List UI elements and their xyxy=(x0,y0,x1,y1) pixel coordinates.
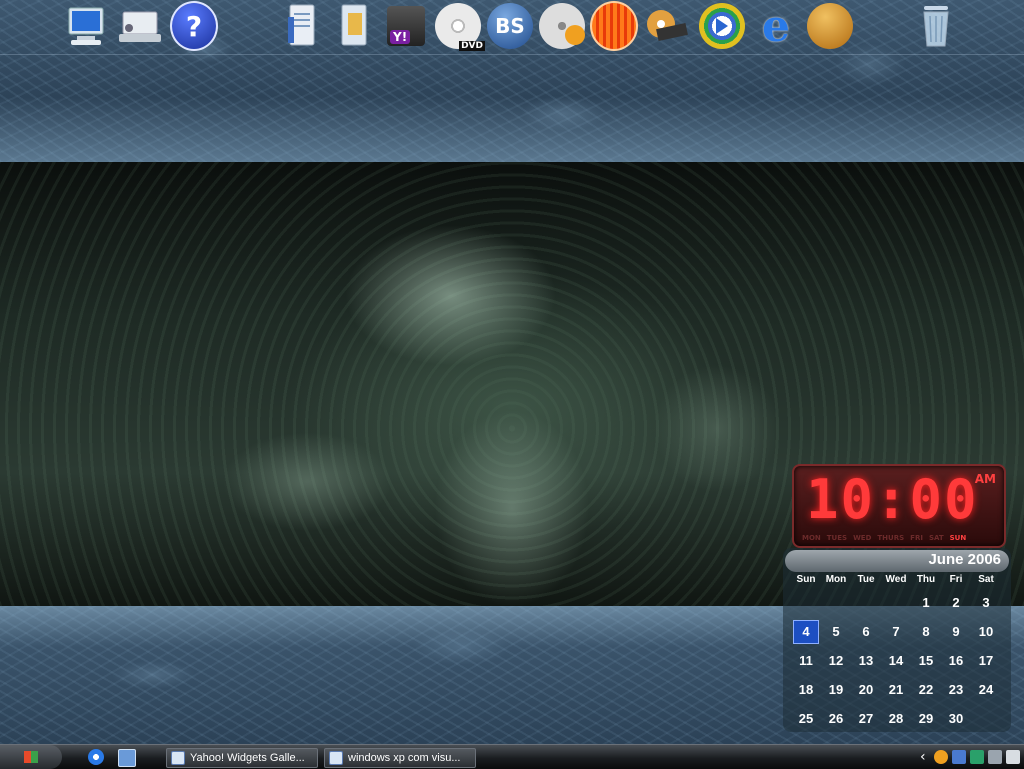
dvd-label: DVD xyxy=(459,41,485,51)
calendar-day[interactable]: 15 xyxy=(911,646,941,675)
calendar-week-row: 4 5 6 7 8 9 10 xyxy=(791,617,1007,646)
weekday-label: Fri xyxy=(949,574,963,585)
internet-explorer-icon[interactable]: e xyxy=(752,1,800,52)
calendar-day[interactable]: 23 xyxy=(941,675,971,704)
start-button[interactable] xyxy=(0,745,62,769)
documents-icon[interactable] xyxy=(278,2,326,50)
calendar-day[interactable]: 1 xyxy=(911,588,941,617)
taskbar-button-windows-xp[interactable]: windows xp com visu... xyxy=(324,748,476,768)
system-tray: ‹ xyxy=(920,745,1024,769)
folder-icon[interactable] xyxy=(330,2,378,50)
calendar-day[interactable]: 3 xyxy=(971,588,1001,617)
calendar-week-row: 1 2 3 xyxy=(791,588,1007,617)
calendar-day[interactable]: 7 xyxy=(881,617,911,646)
weekday-label: Sun xyxy=(796,574,816,585)
yahoo-logo-text: Y! xyxy=(390,30,411,44)
calendar-day[interactable]: 24 xyxy=(971,675,1001,704)
calendar-title: June 2006 xyxy=(928,551,1001,568)
media-player-cd-icon[interactable] xyxy=(538,2,586,50)
clock-day: SAT xyxy=(928,534,944,542)
clock-day: THURS xyxy=(877,534,905,542)
movie-maker-icon[interactable] xyxy=(642,2,690,50)
clock-ampm: AM xyxy=(974,472,996,486)
yahoo-widgets-icon[interactable]: Y! xyxy=(382,2,430,50)
calendar-day[interactable]: 27 xyxy=(851,704,881,733)
windows-logo-icon xyxy=(24,751,38,763)
calendar-grid: Sun Mon Tue Wed Thu Fri Sat 1 2 3 4 5 6 … xyxy=(791,572,1007,733)
taskbar-button-label: windows xp com visu... xyxy=(348,752,461,764)
calendar-day[interactable]: 21 xyxy=(881,675,911,704)
calendar-day xyxy=(791,588,821,617)
quick-launch-ie-icon[interactable] xyxy=(88,749,104,765)
calendar-day[interactable]: 9 xyxy=(941,617,971,646)
calendar-week-row: 25 26 27 28 29 30 xyxy=(791,704,1007,733)
calendar-day[interactable]: 12 xyxy=(821,646,851,675)
bsplayer-icon[interactable]: BS xyxy=(486,2,534,50)
tray-display-icon[interactable] xyxy=(988,750,1002,764)
calendar-day[interactable]: 29 xyxy=(911,704,941,733)
calendar-day xyxy=(971,704,1001,733)
today-marker: 4 xyxy=(793,620,819,644)
dvd-player-icon[interactable]: DVD xyxy=(434,2,485,51)
calendar-day[interactable]: 26 xyxy=(821,704,851,733)
recycle-bin-icon[interactable] xyxy=(912,2,960,50)
clock-time: 10:00 xyxy=(806,468,979,531)
calendar-day[interactable]: 11 xyxy=(791,646,821,675)
tray-yahoo-widgets-icon[interactable] xyxy=(934,750,948,764)
calendar-day xyxy=(851,588,881,617)
calendar-day[interactable]: 2 xyxy=(941,588,971,617)
weekday-label: Wed xyxy=(885,574,907,585)
ie-page-icon xyxy=(171,751,185,765)
clock-day: WED xyxy=(853,534,872,542)
clock-day: TUES xyxy=(826,534,848,542)
weekday-label: Thu xyxy=(916,574,936,585)
calendar-day xyxy=(821,588,851,617)
clock-day: MON xyxy=(802,534,821,542)
weekday-label: Tue xyxy=(857,574,875,585)
calendar-week-row: 11 12 13 14 15 16 17 xyxy=(791,646,1007,675)
clock-days: MON TUES WED THURS FRI SAT SUN xyxy=(802,534,966,542)
calendar-day-today[interactable]: 4 xyxy=(791,617,821,646)
calendar-day[interactable]: 20 xyxy=(851,675,881,704)
tray-network-icon[interactable] xyxy=(952,750,966,764)
calendar-day xyxy=(881,588,911,617)
ie-page-icon xyxy=(329,751,343,765)
calendar-day[interactable]: 18 xyxy=(791,675,821,704)
calendar-weekday-row: Sun Mon Tue Wed Thu Fri Sat xyxy=(791,572,1007,588)
taskbar-button-label: Yahoo! Widgets Galle... xyxy=(190,752,305,764)
network-icon[interactable] xyxy=(116,2,164,50)
clock-day-active: SUN xyxy=(949,534,967,542)
calendar-day[interactable]: 16 xyxy=(941,646,971,675)
calendar-day[interactable]: 5 xyxy=(821,617,851,646)
clock-day: FRI xyxy=(910,534,923,542)
calendar-day[interactable]: 19 xyxy=(821,675,851,704)
calendar-day[interactable]: 17 xyxy=(971,646,1001,675)
calendar-widget[interactable]: June 2006 Sun Mon Tue Wed Thu Fri Sat 1 … xyxy=(783,548,1011,732)
calendar-week-row: 18 19 20 21 22 23 24 xyxy=(791,675,1007,704)
tray-expand-chevron-icon[interactable]: ‹ xyxy=(920,750,930,764)
digital-clock-widget[interactable]: 10:00 AM MON TUES WED THURS FRI SAT SUN xyxy=(792,464,1006,548)
windows-media-player-icon[interactable] xyxy=(698,2,746,50)
weekday-label: Sat xyxy=(978,574,994,585)
calendar-day[interactable]: 22 xyxy=(911,675,941,704)
tray-security-icon[interactable] xyxy=(970,750,984,764)
calendar-day[interactable]: 30 xyxy=(941,704,971,733)
calendar-day[interactable]: 6 xyxy=(851,617,881,646)
calendar-day[interactable]: 10 xyxy=(971,617,1001,646)
my-computer-icon[interactable] xyxy=(62,2,110,50)
calendar-day[interactable]: 8 xyxy=(911,617,941,646)
calendar-day[interactable]: 14 xyxy=(881,646,911,675)
tray-safely-remove-icon[interactable] xyxy=(1006,750,1020,764)
taskbar: Yahoo! Widgets Galle... windows xp com v… xyxy=(0,744,1024,769)
calendar-day[interactable]: 28 xyxy=(881,704,911,733)
calendar-day[interactable]: 13 xyxy=(851,646,881,675)
help-icon[interactable]: ? xyxy=(170,1,218,51)
calendar-day[interactable]: 25 xyxy=(791,704,821,733)
quick-launch-show-desktop-icon[interactable] xyxy=(118,749,136,767)
opera-icon[interactable] xyxy=(590,1,638,51)
taskbar-button-yahoo-widgets[interactable]: Yahoo! Widgets Galle... xyxy=(166,748,318,768)
games-dice-icon[interactable] xyxy=(806,2,854,50)
calendar-header: June 2006 xyxy=(785,550,1009,572)
weekday-label: Mon xyxy=(825,574,847,585)
